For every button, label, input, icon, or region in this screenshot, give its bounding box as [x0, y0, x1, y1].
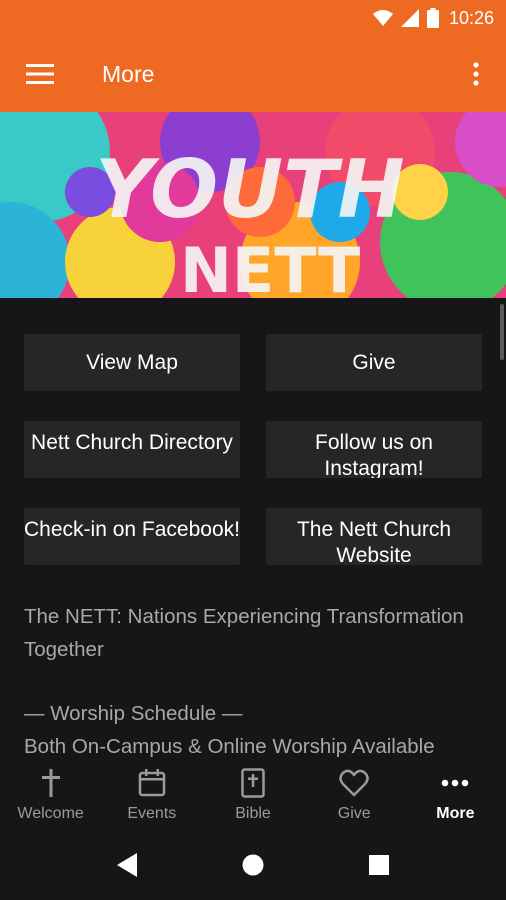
wifi-icon	[372, 9, 393, 27]
nav-item-events[interactable]: Events	[101, 761, 202, 829]
app-bar: More	[0, 36, 506, 112]
about-text: The NETT: Nations Experiencing Transform…	[24, 600, 494, 761]
banner-image: YOUTH NETT	[0, 112, 506, 298]
church-website-button[interactable]: The Nett Church Website	[266, 508, 482, 565]
more-horiz-icon	[441, 767, 469, 799]
hamburger-menu-icon[interactable]	[0, 36, 80, 112]
nav-item-more[interactable]: More	[405, 761, 506, 829]
about-tagline: The NETT: Nations Experiencing Transform…	[24, 605, 464, 661]
recents-icon[interactable]	[316, 854, 442, 875]
signal-icon	[400, 9, 419, 27]
content-scroll-area[interactable]: View Map Give Nett Church Directory Foll…	[0, 298, 506, 761]
nav-item-give[interactable]: Give	[304, 761, 405, 829]
more-vert-icon[interactable]	[446, 36, 506, 112]
link-button-grid: View Map Give Nett Church Directory Foll…	[24, 334, 484, 565]
system-navigation-bar	[0, 829, 506, 900]
home-icon[interactable]	[190, 854, 316, 876]
nav-item-welcome[interactable]: Welcome	[0, 761, 101, 829]
svg-text:NETT: NETT	[180, 234, 360, 298]
facebook-checkin-button[interactable]: Check-in on Facebook!	[24, 508, 240, 565]
nav-label-events: Events	[127, 805, 177, 822]
nav-label-welcome: Welcome	[17, 805, 84, 822]
status-bar: 10:26	[0, 0, 506, 36]
cross-icon	[41, 767, 61, 799]
worship-availability: Both On-Campus & Online Worship Availabl…	[24, 735, 435, 758]
bottom-navigation: Welcome Events Bible Give More	[0, 761, 506, 829]
bible-icon	[241, 767, 265, 799]
scrollbar[interactable]	[500, 304, 504, 360]
page-title: More	[102, 60, 155, 87]
nav-label-give: Give	[337, 805, 371, 822]
status-time: 10:26	[448, 7, 494, 28]
calendar-icon	[138, 767, 166, 799]
nav-label-more: More	[436, 805, 475, 822]
nav-item-bible[interactable]: Bible	[202, 761, 303, 829]
heart-icon	[339, 767, 369, 799]
instagram-button[interactable]: Follow us on Instagram!	[266, 421, 482, 478]
worship-schedule-heading: — Worship Schedule —	[24, 702, 243, 725]
nav-label-bible: Bible	[235, 805, 271, 822]
battery-icon	[426, 8, 439, 28]
svg-text:YOUTH: YOUTH	[95, 143, 405, 236]
view-map-button[interactable]: View Map	[24, 334, 240, 391]
back-icon[interactable]	[64, 852, 190, 877]
church-directory-button[interactable]: Nett Church Directory	[24, 421, 240, 478]
give-button[interactable]: Give	[266, 334, 482, 391]
